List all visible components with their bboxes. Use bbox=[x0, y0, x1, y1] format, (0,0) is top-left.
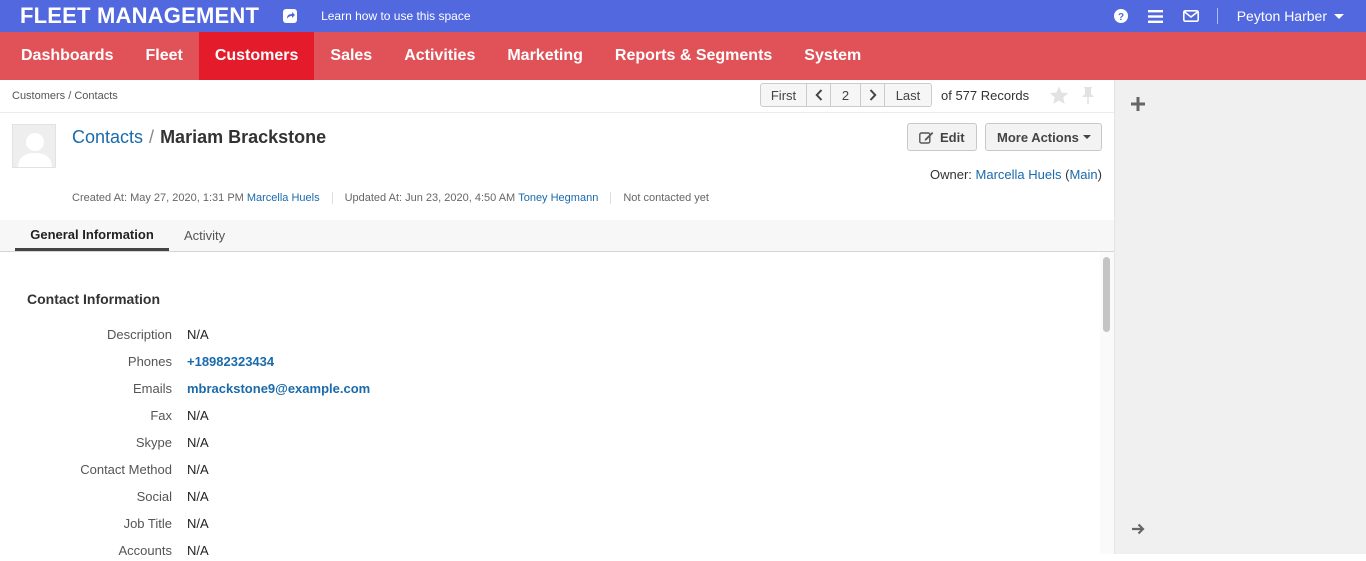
nav-fleet[interactable]: Fleet bbox=[129, 32, 198, 80]
contact-status: Not contacted yet bbox=[623, 192, 709, 204]
field-value: N/A bbox=[187, 543, 209, 558]
updated-by-link[interactable]: Toney Hegmann bbox=[518, 192, 598, 204]
field-row-job-title: Job Title N/A bbox=[0, 516, 700, 534]
field-label: Skype bbox=[135, 435, 172, 450]
menu-icon[interactable] bbox=[1148, 8, 1164, 24]
edit-label: Edit bbox=[940, 129, 965, 145]
field-label: Phones bbox=[127, 354, 172, 369]
tab-activity[interactable]: Activity bbox=[184, 220, 225, 251]
field-label: Accounts bbox=[118, 543, 172, 558]
field-value: N/A bbox=[187, 435, 209, 450]
pager-prev-button[interactable] bbox=[807, 84, 831, 106]
nav-reports-segments[interactable]: Reports & Segments bbox=[599, 32, 788, 80]
owner-prefix: Owner: bbox=[929, 167, 972, 182]
phone-link[interactable]: +18982323434 bbox=[187, 354, 274, 369]
caret-down-icon bbox=[1334, 13, 1344, 19]
help-icon[interactable]: ? bbox=[1113, 8, 1129, 24]
pager-last-button[interactable]: Last bbox=[885, 84, 931, 106]
owner-paren-close: ) bbox=[1097, 167, 1102, 182]
field-label: Fax bbox=[150, 408, 172, 423]
caret-down-icon bbox=[1082, 135, 1091, 139]
top-bar: FLEET MANAGEMENT Learn how to use this s… bbox=[0, 0, 1366, 32]
pin-icon[interactable] bbox=[1080, 86, 1096, 108]
divider bbox=[331, 192, 333, 204]
field-label: Emails bbox=[132, 381, 172, 396]
field-row-contact-method: Contact Method N/A bbox=[0, 462, 700, 480]
field-value: N/A bbox=[187, 516, 209, 531]
share-icon[interactable] bbox=[283, 9, 298, 23]
created-at: Created At: May 27, 2020, 1:31 PM bbox=[72, 192, 244, 204]
field-value: N/A bbox=[187, 462, 209, 477]
main-nav: Dashboards Fleet Customers Sales Activit… bbox=[0, 32, 1366, 80]
entity-link[interactable]: Contacts bbox=[72, 127, 143, 147]
right-sidebar bbox=[1114, 80, 1366, 554]
nav-activities[interactable]: Activities bbox=[388, 32, 491, 80]
record-meta: Created At: May 27, 2020, 1:31 PM Marcel… bbox=[72, 192, 709, 204]
user-name: Peyton Harber bbox=[1236, 8, 1327, 24]
user-menu[interactable]: Peyton Harber bbox=[1237, 8, 1344, 24]
owner-link[interactable]: Marcella Huels bbox=[976, 167, 1062, 182]
pager-current-page[interactable]: 2 bbox=[831, 84, 861, 106]
divider bbox=[1216, 8, 1218, 24]
learn-link[interactable]: Learn how to use this space bbox=[321, 9, 470, 23]
records-count: of 577 Records bbox=[941, 88, 1030, 103]
updated-at: Updated At: Jun 23, 2020, 4:50 AM bbox=[344, 192, 516, 204]
field-row-phones: Phones +18982323434 bbox=[0, 354, 700, 372]
more-actions-button[interactable]: More Actions bbox=[985, 123, 1102, 151]
more-actions-label: More Actions bbox=[997, 129, 1079, 145]
title-separator: / bbox=[149, 127, 155, 147]
arrow-right-icon[interactable] bbox=[1131, 522, 1145, 539]
record-name: Mariam Brackstone bbox=[160, 127, 327, 147]
star-icon[interactable] bbox=[1049, 86, 1069, 108]
field-row-emails: Emails mbrackstone9@example.com bbox=[0, 381, 700, 399]
top-right-controls: ? Peyton Harber bbox=[1113, 0, 1366, 32]
field-label: Description bbox=[106, 327, 172, 342]
main-content: Customers / Contacts First 2 Last of 577… bbox=[0, 80, 1114, 558]
page-title: Contacts / Mariam Brackstone bbox=[72, 127, 326, 148]
field-row-skype: Skype N/A bbox=[0, 435, 700, 453]
edit-button[interactable]: Edit bbox=[907, 123, 977, 151]
envelope-icon[interactable] bbox=[1182, 8, 1199, 24]
field-value: N/A bbox=[187, 327, 209, 342]
breadcrumb: Customers / Contacts bbox=[12, 90, 118, 102]
field-row-fax: Fax N/A bbox=[0, 408, 700, 426]
section-title: Contact Information bbox=[27, 291, 160, 307]
add-widget-icon[interactable] bbox=[1131, 94, 1145, 117]
nav-customers[interactable]: Customers bbox=[198, 32, 315, 80]
svg-text:?: ? bbox=[1118, 12, 1124, 23]
divider bbox=[610, 192, 612, 204]
email-link[interactable]: mbrackstone9@example.com bbox=[187, 381, 370, 396]
content-scrollbar[interactable] bbox=[1100, 252, 1114, 554]
avatar bbox=[12, 124, 56, 168]
created-by-link[interactable]: Marcella Huels bbox=[247, 192, 320, 204]
nav-dashboards[interactable]: Dashboards bbox=[0, 32, 129, 80]
nav-sales[interactable]: Sales bbox=[314, 32, 388, 80]
record-pager: First 2 Last bbox=[760, 83, 932, 107]
general-information-panel: Contact Information Description N/A Phon… bbox=[0, 252, 1100, 558]
breadcrumb-bar: Customers / Contacts First 2 Last of 577… bbox=[0, 80, 1114, 113]
chevron-right-icon bbox=[869, 89, 877, 101]
field-label: Job Title bbox=[123, 516, 172, 531]
scrollbar-thumb[interactable] bbox=[1103, 257, 1110, 332]
field-row-accounts: Accounts N/A bbox=[0, 543, 700, 561]
field-label: Contact Method bbox=[80, 462, 172, 477]
field-value: N/A bbox=[187, 408, 209, 423]
field-label: Social bbox=[136, 489, 172, 504]
field-row-social: Social N/A bbox=[0, 489, 700, 507]
nav-system[interactable]: System bbox=[788, 32, 877, 80]
nav-marketing[interactable]: Marketing bbox=[491, 32, 599, 80]
pager-first-button[interactable]: First bbox=[761, 84, 807, 106]
business-unit-link[interactable]: Main bbox=[1069, 167, 1097, 182]
field-row-description: Description N/A bbox=[0, 327, 700, 345]
tab-general-information[interactable]: General Information bbox=[15, 220, 169, 251]
record-header: Contacts / Mariam Brackstone Edit More Act… bbox=[0, 113, 1114, 220]
tabs-bar: General Information Activity bbox=[0, 220, 1114, 252]
owner-info: Owner: Marcella Huels (Main) bbox=[930, 167, 1102, 182]
chevron-left-icon bbox=[814, 89, 822, 101]
brand-logo[interactable]: FLEET MANAGEMENT bbox=[20, 3, 259, 29]
field-value: N/A bbox=[187, 489, 209, 504]
pager-next-button[interactable] bbox=[861, 84, 885, 106]
pencil-icon bbox=[919, 131, 934, 144]
